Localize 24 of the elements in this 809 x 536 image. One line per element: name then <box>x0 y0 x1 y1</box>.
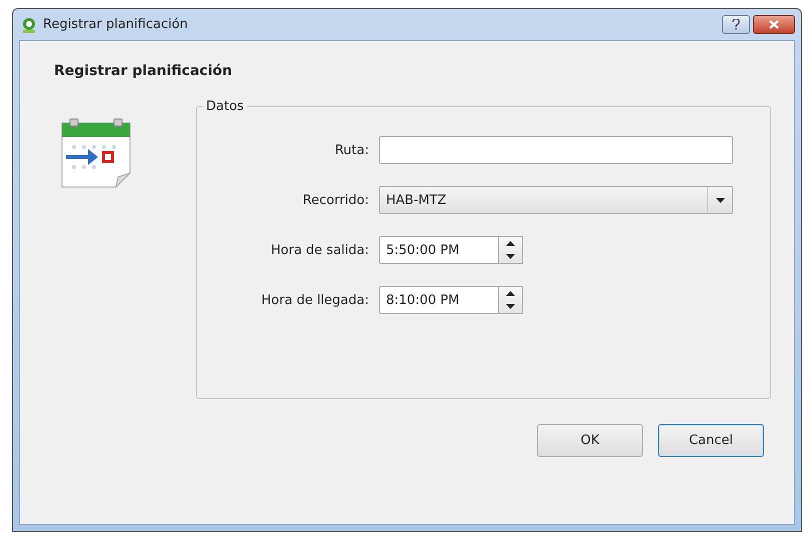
close-button[interactable] <box>753 15 795 34</box>
field-label: Hora de llegada: <box>260 292 369 308</box>
focused-dialog-button[interactable]: Cancel <box>658 424 764 457</box>
up-arrow-icon[interactable] <box>506 241 515 246</box>
caret-icon <box>716 198 724 202</box>
close-icon <box>769 20 779 29</box>
down-arrow-icon[interactable] <box>506 304 515 309</box>
help-button[interactable] <box>722 15 750 34</box>
field-label: Hora de salida: <box>270 242 369 258</box>
time-field[interactable]: 5:50:00 PM <box>379 236 499 264</box>
up-arrow-icon[interactable] <box>506 291 515 296</box>
calendar-icon <box>60 117 132 189</box>
time-field[interactable]: 8:10:00 PM <box>379 286 499 314</box>
down-arrow-icon[interactable] <box>506 254 515 259</box>
input-field[interactable] <box>379 136 733 164</box>
field-label: Ruta: <box>334 142 369 158</box>
question-mark-icon <box>732 19 740 30</box>
window-title: Registrar planificación <box>43 17 189 32</box>
dialog-heading: Registrar planificación <box>54 63 234 79</box>
group-title: Datos <box>205 99 245 114</box>
app-logo-icon <box>21 16 37 32</box>
dialog-button[interactable]: OK <box>537 424 643 457</box>
field-label: Recorrido: <box>302 192 369 208</box>
dropdown[interactable]: HAB-MTZ <box>379 186 733 214</box>
